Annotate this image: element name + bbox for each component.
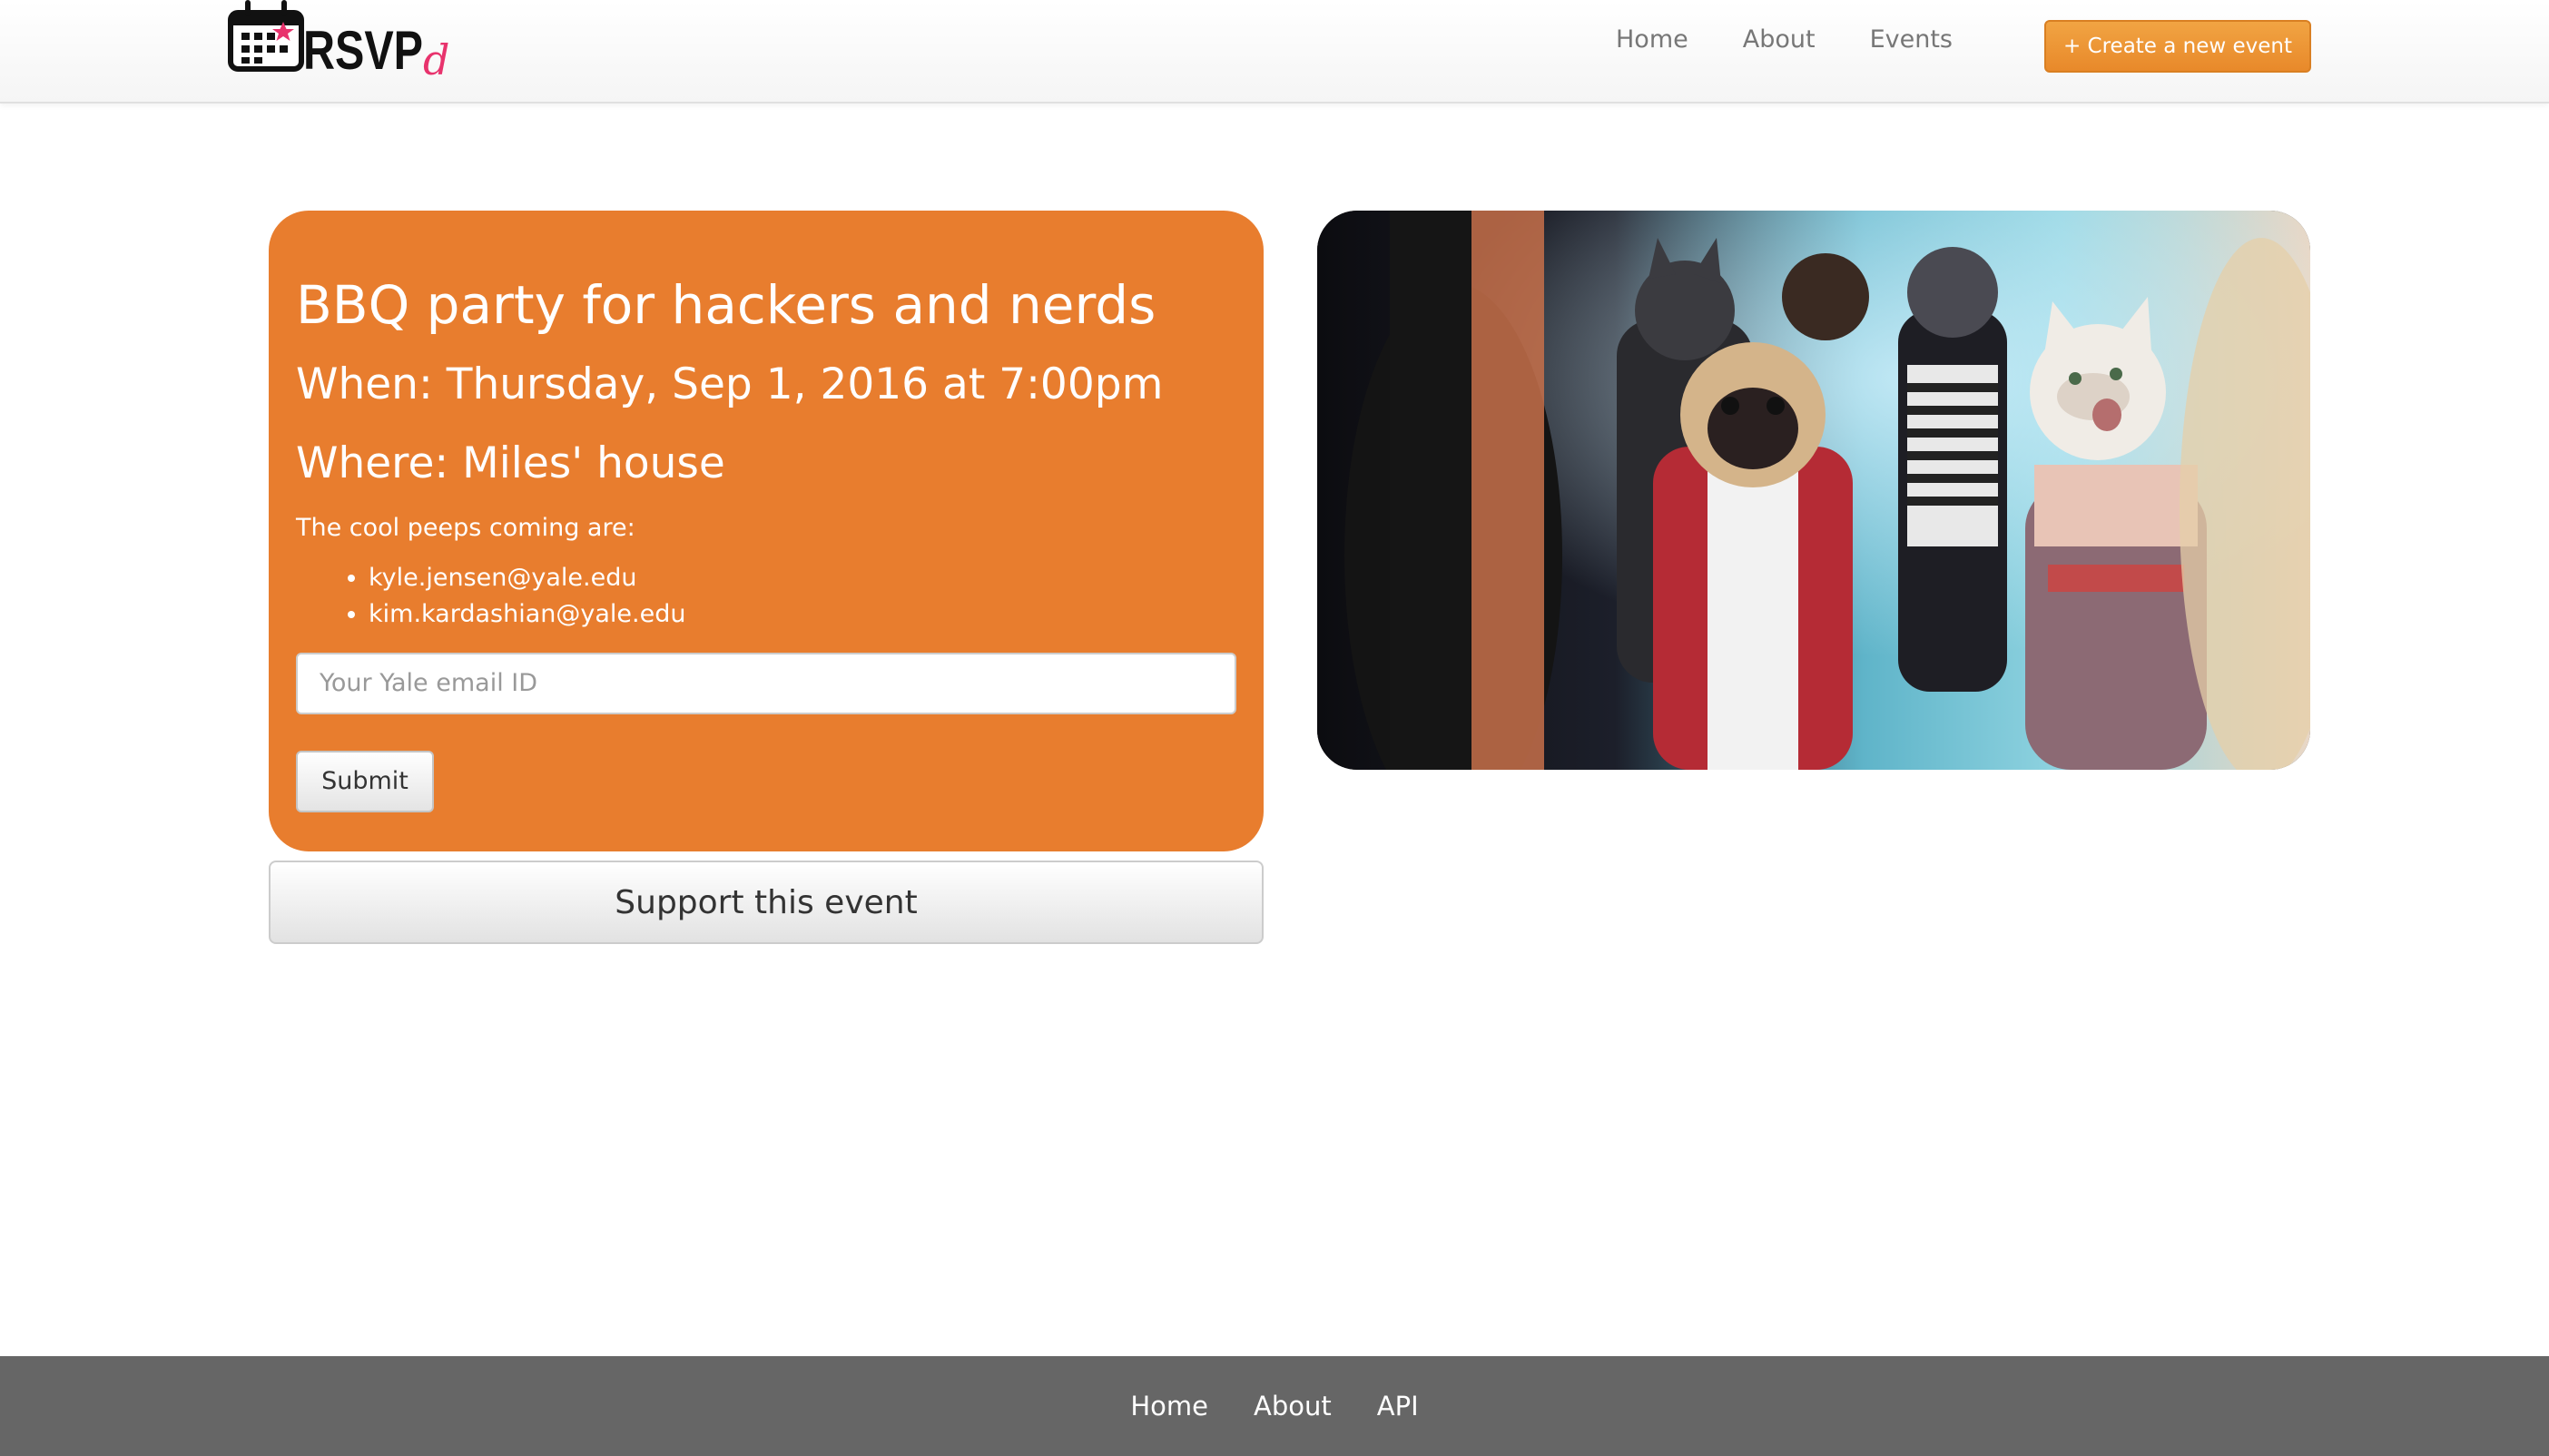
event-card: BBQ party for hackers and nerds When: Th…	[269, 211, 1264, 851]
rsvpd-logo[interactable]: RSVP d	[227, 0, 449, 78]
attendee-list: kyle.jensen@yale.edu kim.kardashian@yale…	[296, 560, 1236, 633]
nav-events[interactable]: Events	[1870, 25, 1953, 54]
submit-button[interactable]: Submit	[296, 750, 434, 812]
nav-about[interactable]: About	[1743, 25, 1816, 54]
nav-links: Home About Events	[1616, 0, 2007, 78]
event-title: BBQ party for hackers and nerds	[296, 274, 1156, 336]
footer: Home About API	[0, 1356, 2549, 1456]
logo-suffix: d	[423, 35, 449, 78]
support-event-button[interactable]: Support this event	[269, 861, 1264, 944]
attendee-item: kyle.jensen@yale.edu	[369, 560, 1236, 596]
email-input[interactable]	[296, 652, 1236, 714]
attendee-item: kim.kardashian@yale.edu	[369, 596, 1236, 633]
footer-home[interactable]: Home	[1130, 1391, 1208, 1422]
footer-about[interactable]: About	[1254, 1391, 1332, 1422]
event-where: Where: Miles' house	[296, 438, 725, 488]
party-animals-photo	[1317, 211, 2310, 770]
event-image	[1317, 211, 2310, 770]
event-when: When: Thursday, Sep 1, 2016 at 7:00pm	[296, 359, 1164, 409]
attendees-intro: The cool peeps coming are:	[296, 513, 635, 542]
footer-api[interactable]: API	[1377, 1391, 1419, 1422]
logo-text: RSVP	[303, 20, 423, 78]
nav-home[interactable]: Home	[1616, 25, 1688, 54]
create-event-button[interactable]: + Create a new event	[2044, 20, 2311, 73]
navbar: RSVP d Home About Events + Create a new …	[0, 0, 2549, 103]
